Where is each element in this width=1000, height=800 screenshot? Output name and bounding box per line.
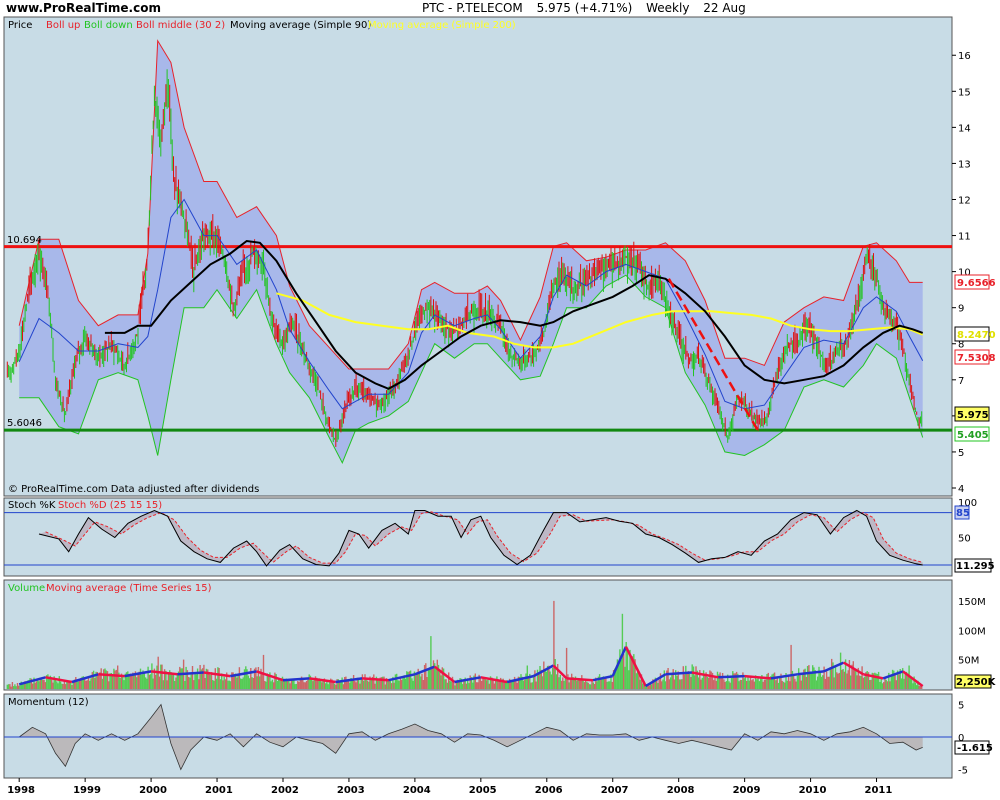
price-tick-label: 15 [958,87,971,98]
tag-ma200: 8.2470 [954,326,996,342]
price-tick-label: 9 [958,304,964,315]
volume-tick-label: 50M [958,656,979,667]
price-tick-label: 7 [958,376,964,387]
volume-ma-segment [718,674,745,679]
tag-stoch-upper-text: 85 [956,508,970,519]
year-label: 2002 [271,785,299,796]
price-tick-label: 5 [958,448,964,459]
legend-volume: Volume [8,583,45,594]
tag-volume-text: 2,250K [956,677,997,688]
tag-price-text: 5.975 [957,410,989,421]
year-label: 2009 [733,785,761,796]
price-tick-label: 13 [958,159,971,170]
tag-ma200-text: 8.2470 [957,330,996,341]
legend-boll-down: Boll down [84,20,133,31]
year-label: 2001 [205,785,233,796]
tag-price: 5.975 [954,406,990,422]
legend-stoch-d: Stoch %D (25 15 15) [58,500,162,511]
year-label: 2011 [865,785,893,796]
year-label: 2006 [535,785,563,796]
year-label: 2008 [667,785,695,796]
stock-chart: 456789101112131415165010050M100M150M-505… [3,16,997,796]
price-tick-label: 16 [958,51,971,62]
tag-stoch-current: 11.295 [954,558,995,573]
price-tick-label: 12 [958,196,971,207]
year-label: 1999 [73,785,101,796]
legend-momentum: Momentum (12) [8,697,89,708]
price-footer: © ProRealTime.com Data adjusted after di… [8,484,259,495]
year-label: 1998 [7,785,35,796]
tag-momentum: -1.615 [954,740,993,755]
price-panel[interactable] [3,16,953,497]
volume-tick-label: 100M [958,626,986,637]
support-label: 5.6046 [7,418,42,429]
momentum-tick-label: 5 [958,701,964,712]
tag-boll-down: 5.405 [954,426,990,442]
tag-volume: 2,250K [954,674,997,689]
tag-boll-down-text: 5.405 [957,430,989,441]
price-tick-label: 11 [958,232,971,243]
legend-price: Price [8,20,32,31]
tag-boll-middle: 7.5308 [954,349,996,365]
tag-boll-up: 9.6566 [954,274,996,290]
legend-boll-up: Boll up [46,20,80,31]
momentum-tick-label: -5 [958,766,968,777]
volume-tick-label: 150M [958,597,986,608]
year-label: 2010 [799,785,827,796]
price-tick-label: 14 [958,123,971,134]
year-label: 2007 [601,785,629,796]
tag-boll-middle-text: 7.5308 [957,353,996,364]
tag-momentum-text: -1.615 [957,743,993,754]
legend-ma200: Moving average (Simple 200) [368,20,516,31]
tag-stoch-current-text: 11.295 [956,561,995,572]
year-label: 2000 [139,785,167,796]
year-label: 2003 [337,785,365,796]
year-label: 2004 [403,785,431,796]
legend-ma90: Moving average (Simple 90) [230,20,371,31]
year-label: 2005 [469,785,497,796]
stoch-tick-label: 50 [958,534,971,545]
legend-boll-middle: Boll middle (30 2) [136,20,225,31]
legend-volume-ma: Moving average (Time Series 15) [46,583,212,594]
resistance-label: 10.694 [7,235,42,246]
legend-stoch-k: Stoch %K [8,500,56,511]
tag-stoch-upper: 85 [954,505,970,520]
tag-boll-up-text: 9.6566 [957,278,996,289]
price-tick-label: 4 [958,484,964,495]
